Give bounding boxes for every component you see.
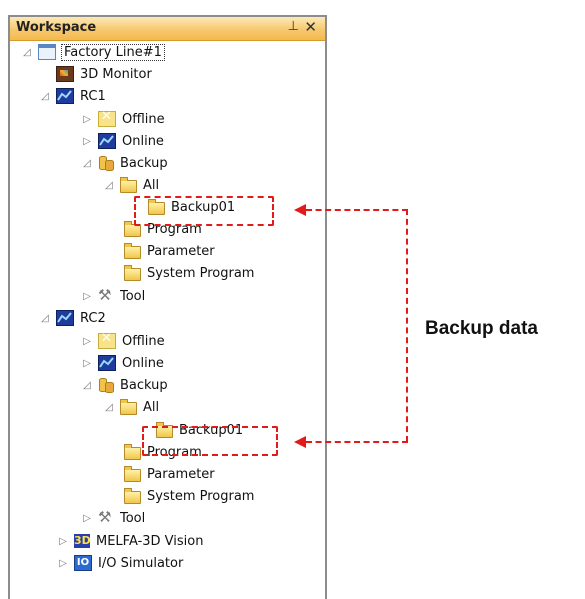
- tree-label: Offline: [122, 111, 165, 127]
- highlight-box-rc1-backup01: [134, 196, 274, 226]
- folder-icon: [124, 242, 141, 259]
- tree-node-rc1-all[interactable]: ◿ All: [102, 174, 159, 196]
- tree-node-rc2-parameter[interactable]: Parameter: [124, 463, 215, 485]
- tree-node-rc2[interactable]: ◿ RC2: [38, 307, 106, 329]
- backup-icon: [98, 378, 114, 393]
- tree-label: All: [143, 399, 160, 415]
- collapse-icon[interactable]: ◿: [38, 313, 52, 324]
- expand-icon[interactable]: ▷: [80, 136, 94, 147]
- tree-label: Tool: [120, 510, 146, 526]
- tree-node-3d-monitor[interactable]: 3D Monitor: [56, 63, 152, 85]
- tree-node-rc1-offline[interactable]: ▷ Offline: [80, 108, 165, 130]
- folder-icon: [120, 398, 137, 415]
- expand-icon[interactable]: ▷: [80, 336, 94, 347]
- robot-controller-icon: [56, 310, 74, 326]
- folder-icon: [124, 443, 141, 460]
- tree-label: Backup: [120, 155, 168, 171]
- tree-label: Parameter: [147, 466, 215, 482]
- tree-node-rc2-online[interactable]: ▷ Online: [80, 352, 164, 374]
- tree-label: System Program: [147, 265, 255, 281]
- connector-top: [306, 209, 408, 211]
- collapse-icon[interactable]: ◿: [102, 402, 116, 413]
- tree-node-rc1-tool[interactable]: ▷ Tool: [80, 285, 145, 307]
- backup-icon: [98, 156, 114, 171]
- tree-label: Offline: [122, 333, 165, 349]
- collapse-icon[interactable]: ◿: [38, 91, 52, 102]
- expand-icon[interactable]: ▷: [80, 114, 94, 125]
- tree-label: Online: [122, 355, 164, 371]
- expand-icon[interactable]: ▷: [56, 558, 70, 569]
- collapse-icon[interactable]: ◿: [102, 180, 116, 191]
- highlight-box-rc2-backup01: [142, 426, 278, 456]
- collapse-icon[interactable]: ◿: [20, 47, 34, 58]
- connector-vertical: [406, 209, 408, 442]
- folder-icon: [120, 176, 137, 193]
- tree-label: Parameter: [147, 243, 215, 259]
- tree-node-rc1-online[interactable]: ▷ Online: [80, 130, 164, 152]
- tool-icon: [98, 508, 114, 526]
- folder-icon: [124, 264, 141, 281]
- expand-icon[interactable]: ▷: [56, 536, 70, 547]
- monitor-icon: [56, 66, 74, 82]
- tree-node-rc2-system-program[interactable]: System Program: [124, 485, 254, 507]
- tree-label: All: [143, 177, 160, 193]
- arrow-head-top: [294, 204, 306, 216]
- online-icon: [98, 355, 116, 371]
- folder-icon: [124, 465, 141, 482]
- robot-controller-icon: [56, 88, 74, 104]
- tree-label: Factory Line#1: [61, 43, 165, 61]
- collapse-icon[interactable]: ◿: [80, 380, 94, 391]
- collapse-icon[interactable]: ◿: [80, 158, 94, 169]
- workspace-title: Workspace: [16, 20, 97, 35]
- tree-label: 3D Monitor: [80, 66, 152, 82]
- tree-node-rc1-backup[interactable]: ◿ Backup: [80, 152, 168, 174]
- tree-node-rc2-offline[interactable]: ▷ Offline: [80, 330, 165, 352]
- tree-node-rc1-parameter[interactable]: Parameter: [124, 240, 215, 262]
- tree-label: I/O Simulator: [98, 555, 184, 571]
- workspace-titlebar: Workspace ⊥ ✕: [10, 17, 325, 41]
- tree-node-factory-line[interactable]: ◿ Factory Line#1: [20, 41, 165, 63]
- folder-icon: [124, 487, 141, 504]
- tree-node-rc1-system-program[interactable]: System Program: [124, 262, 254, 284]
- tree-node-rc2-tool[interactable]: ▷ Tool: [80, 507, 145, 529]
- tree-node-rc2-all[interactable]: ◿ All: [102, 396, 159, 418]
- backup-data-callout: Backup data: [425, 318, 538, 339]
- arrow-head-bottom: [294, 436, 306, 448]
- tree-label: System Program: [147, 488, 255, 504]
- pin-icon[interactable]: ⊥: [288, 19, 299, 34]
- tree-label: MELFA-3D Vision: [96, 533, 204, 549]
- offline-icon: [98, 109, 116, 127]
- workspace-icon: [38, 44, 56, 60]
- tree-label: Online: [122, 133, 164, 149]
- tree-label: RC1: [80, 88, 106, 104]
- tree-node-rc2-backup[interactable]: ◿ Backup: [80, 374, 168, 396]
- tool-icon: [98, 286, 114, 304]
- tree-label: Backup: [120, 377, 168, 393]
- workspace-panel: Workspace ⊥ ✕ ◿ Factory Line#1 3D Monito…: [8, 15, 327, 599]
- expand-icon[interactable]: ▷: [80, 513, 94, 524]
- tree-node-io-simulator[interactable]: ▷ IO I/O Simulator: [56, 552, 183, 574]
- connector-bottom: [306, 441, 408, 443]
- tree-node-rc1[interactable]: ◿ RC1: [38, 85, 106, 107]
- online-icon: [98, 133, 116, 149]
- tree-label: Tool: [120, 288, 146, 304]
- expand-icon[interactable]: ▷: [80, 291, 94, 302]
- expand-icon[interactable]: ▷: [80, 358, 94, 369]
- close-icon[interactable]: ✕: [304, 18, 317, 36]
- tree-label: RC2: [80, 310, 106, 326]
- tree-node-melfa-3d-vision[interactable]: ▷ 3D MELFA-3D Vision: [56, 530, 203, 552]
- vision-3d-icon: 3D: [74, 534, 91, 548]
- io-simulator-icon: IO: [74, 555, 92, 571]
- offline-icon: [98, 331, 116, 349]
